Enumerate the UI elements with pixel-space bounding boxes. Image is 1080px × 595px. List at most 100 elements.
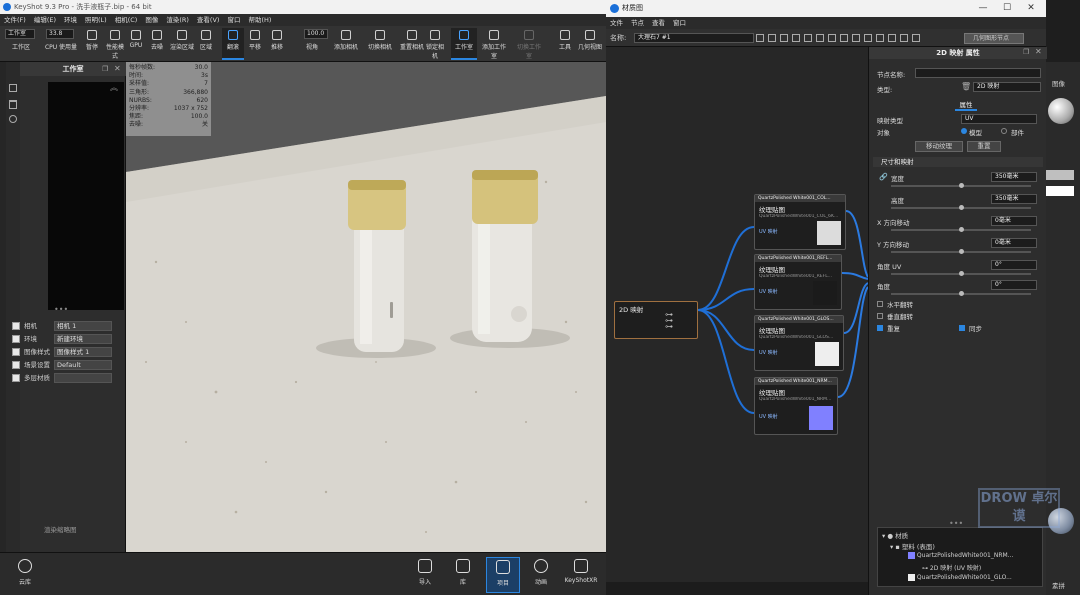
lock-camera-button[interactable]: 锁定相机 — [424, 28, 446, 60]
perspective-button[interactable]: 视角 — [300, 42, 324, 58]
reset-button[interactable]: 重置 — [967, 141, 1001, 152]
copy-icon[interactable] — [9, 84, 17, 92]
y-offset-field[interactable]: 0毫米 — [991, 238, 1037, 248]
width-field[interactable]: 350毫米 — [991, 172, 1037, 182]
tool-icon[interactable] — [888, 34, 896, 42]
menu-camera[interactable]: 相机(C) — [115, 14, 138, 26]
workspace-button[interactable]: 工作区 — [6, 42, 36, 58]
performance-mode-button[interactable]: 性能模式 — [104, 28, 126, 60]
menu-window[interactable]: 窗口 — [227, 14, 240, 26]
maximize-icon[interactable]: ☐ — [996, 0, 1018, 17]
keyshotxr-button[interactable]: KeyShotXR — [564, 557, 598, 593]
reset-camera-button[interactable]: 重置相机 — [400, 28, 424, 60]
panel-pop-icon[interactable]: ❐ — [1023, 48, 1029, 56]
minimize-icon[interactable]: — — [972, 0, 994, 17]
material-name-field[interactable]: 大理石7 #1 — [634, 33, 754, 43]
link-icon[interactable]: 🔗 — [879, 173, 888, 181]
render-region-button[interactable]: 渲染区域 — [170, 28, 194, 60]
tree-item[interactable]: QuartzPolishedWhite001_GLO... — [908, 574, 1012, 581]
scene-settings-dropdown[interactable]: Default — [54, 360, 112, 370]
texture-node-input-pin[interactable]: UV 映射 — [759, 349, 778, 356]
region-button[interactable]: 区域 — [196, 28, 216, 60]
menu-file[interactable]: 文件(F) — [4, 14, 26, 26]
menu-render[interactable]: 渲染(R) — [166, 14, 189, 26]
x-offset-slider[interactable] — [891, 227, 1031, 232]
tool-icon[interactable] — [828, 34, 836, 42]
tool-icon[interactable] — [864, 34, 872, 42]
tools-button[interactable]: 工具 — [556, 28, 574, 60]
workspace-select[interactable]: 工作室 — [5, 29, 35, 39]
drag-handle-icon[interactable]: ••• — [54, 305, 68, 314]
image-tab-label[interactable]: 图像 — [1052, 78, 1065, 88]
dolly-button[interactable]: 推移 — [267, 28, 287, 60]
texture-node[interactable]: QuartzPolished White001_REFL... 纹理贴图 Qua… — [754, 254, 842, 310]
geometry-view-button[interactable]: 几何视图 — [578, 28, 602, 60]
cpu-usage-button[interactable]: CPU 使用量 — [40, 42, 82, 58]
height-slider[interactable] — [891, 205, 1031, 210]
mat-menu-view[interactable]: 查看 — [652, 17, 665, 29]
tool-icon[interactable] — [852, 34, 860, 42]
tool-icon[interactable] — [768, 34, 776, 42]
tab-properties[interactable]: 属性 — [955, 99, 977, 111]
scene-settings-checkbox[interactable] — [12, 361, 20, 369]
close-icon[interactable]: ✕ — [1020, 0, 1042, 17]
tool-icon[interactable] — [780, 34, 788, 42]
add-studio-button[interactable]: 添加工作室 — [482, 28, 506, 60]
texture-node[interactable]: QuartzPolished White001_COL... 纹理贴图 Quar… — [754, 194, 846, 250]
angle-field[interactable]: 0° — [991, 280, 1037, 290]
environment-checkbox[interactable] — [12, 335, 20, 343]
panel-pop-icon[interactable]: ❐ — [102, 65, 108, 73]
menu-image[interactable]: 图像 — [145, 14, 158, 26]
radio-model[interactable] — [961, 128, 967, 134]
slider-knob[interactable] — [959, 205, 964, 210]
size-mapping-section[interactable]: 尺寸和映射 — [873, 157, 1043, 167]
geometry-node-button[interactable]: 几何图形节点 — [964, 33, 1024, 44]
menu-environment[interactable]: 环境 — [64, 14, 77, 26]
tool-icon[interactable] — [816, 34, 824, 42]
slider-knob[interactable] — [959, 227, 964, 232]
collapse-up-icon[interactable]: ︽ — [110, 82, 118, 93]
move-texture-button[interactable]: 移动纹理 — [915, 141, 963, 152]
menu-edit[interactable]: 编辑(E) — [34, 14, 56, 26]
tree-root[interactable]: ▾ ● 材质 — [882, 530, 908, 540]
camera-dropdown[interactable]: 相机 1 — [54, 321, 112, 331]
switch-studio-button[interactable]: 切换工作室 — [516, 28, 542, 60]
height-field[interactable]: 350毫米 — [991, 194, 1037, 204]
repeat-checkbox[interactable] — [877, 325, 883, 331]
radio-part[interactable] — [1001, 128, 1007, 134]
type-dropdown[interactable]: 2D 映射 — [973, 82, 1041, 92]
mapping-type-dropdown[interactable]: UV — [961, 114, 1037, 124]
color-swatch[interactable] — [1046, 186, 1074, 196]
angle-uv-field[interactable]: 0° — [991, 260, 1037, 270]
add-camera-button[interactable]: 添加相机 — [334, 28, 358, 60]
source-node-2d-mapping[interactable]: 2D 映射 ⊶ ⊶ ⊶ — [614, 301, 698, 339]
color-swatch[interactable] — [1046, 170, 1074, 180]
tool-icon[interactable] — [840, 34, 848, 42]
tree-item[interactable]: ⊶ 2D 映射 (UV 映射) — [922, 563, 981, 572]
switch-camera-button[interactable]: 切换相机 — [368, 28, 392, 60]
pause-button[interactable]: 暂停 — [82, 28, 102, 60]
gpu-button[interactable]: GPU — [126, 28, 146, 60]
trash-icon[interactable]: 🗑 — [961, 82, 971, 91]
studio-button[interactable]: 工作室 — [451, 28, 477, 60]
node-name-field[interactable] — [915, 68, 1041, 78]
image-style-dropdown[interactable]: 图像样式 1 — [54, 347, 112, 357]
texture-node-input-pin[interactable]: UV 映射 — [759, 288, 778, 295]
slider-knob[interactable] — [959, 183, 964, 188]
trash-icon[interactable] — [9, 100, 17, 109]
panel-close-icon[interactable]: ✕ — [1035, 47, 1042, 56]
mat-menu-window[interactable]: 窗口 — [673, 17, 686, 29]
texture-node[interactable]: QuartzPolished White001_NRM... 纹理贴图 Quar… — [754, 377, 838, 435]
x-offset-field[interactable]: 0毫米 — [991, 216, 1037, 226]
menu-view[interactable]: 查看(V) — [197, 14, 220, 26]
tree-child[interactable]: ▾ ▪ 塑料 (表面) — [890, 541, 935, 551]
menu-lighting[interactable]: 照明(L) — [85, 14, 107, 26]
bottom-tab-label[interactable]: 素拼 — [1052, 580, 1065, 590]
flip-h-checkbox[interactable] — [877, 301, 883, 307]
pan-button[interactable]: 平移 — [245, 28, 265, 60]
y-offset-slider[interactable] — [891, 249, 1031, 254]
slider-knob[interactable] — [959, 249, 964, 254]
settings-icon[interactable] — [9, 115, 17, 123]
menu-help[interactable]: 帮助(H) — [248, 14, 271, 26]
cpu-value-input[interactable]: 33.8 — [46, 29, 74, 39]
